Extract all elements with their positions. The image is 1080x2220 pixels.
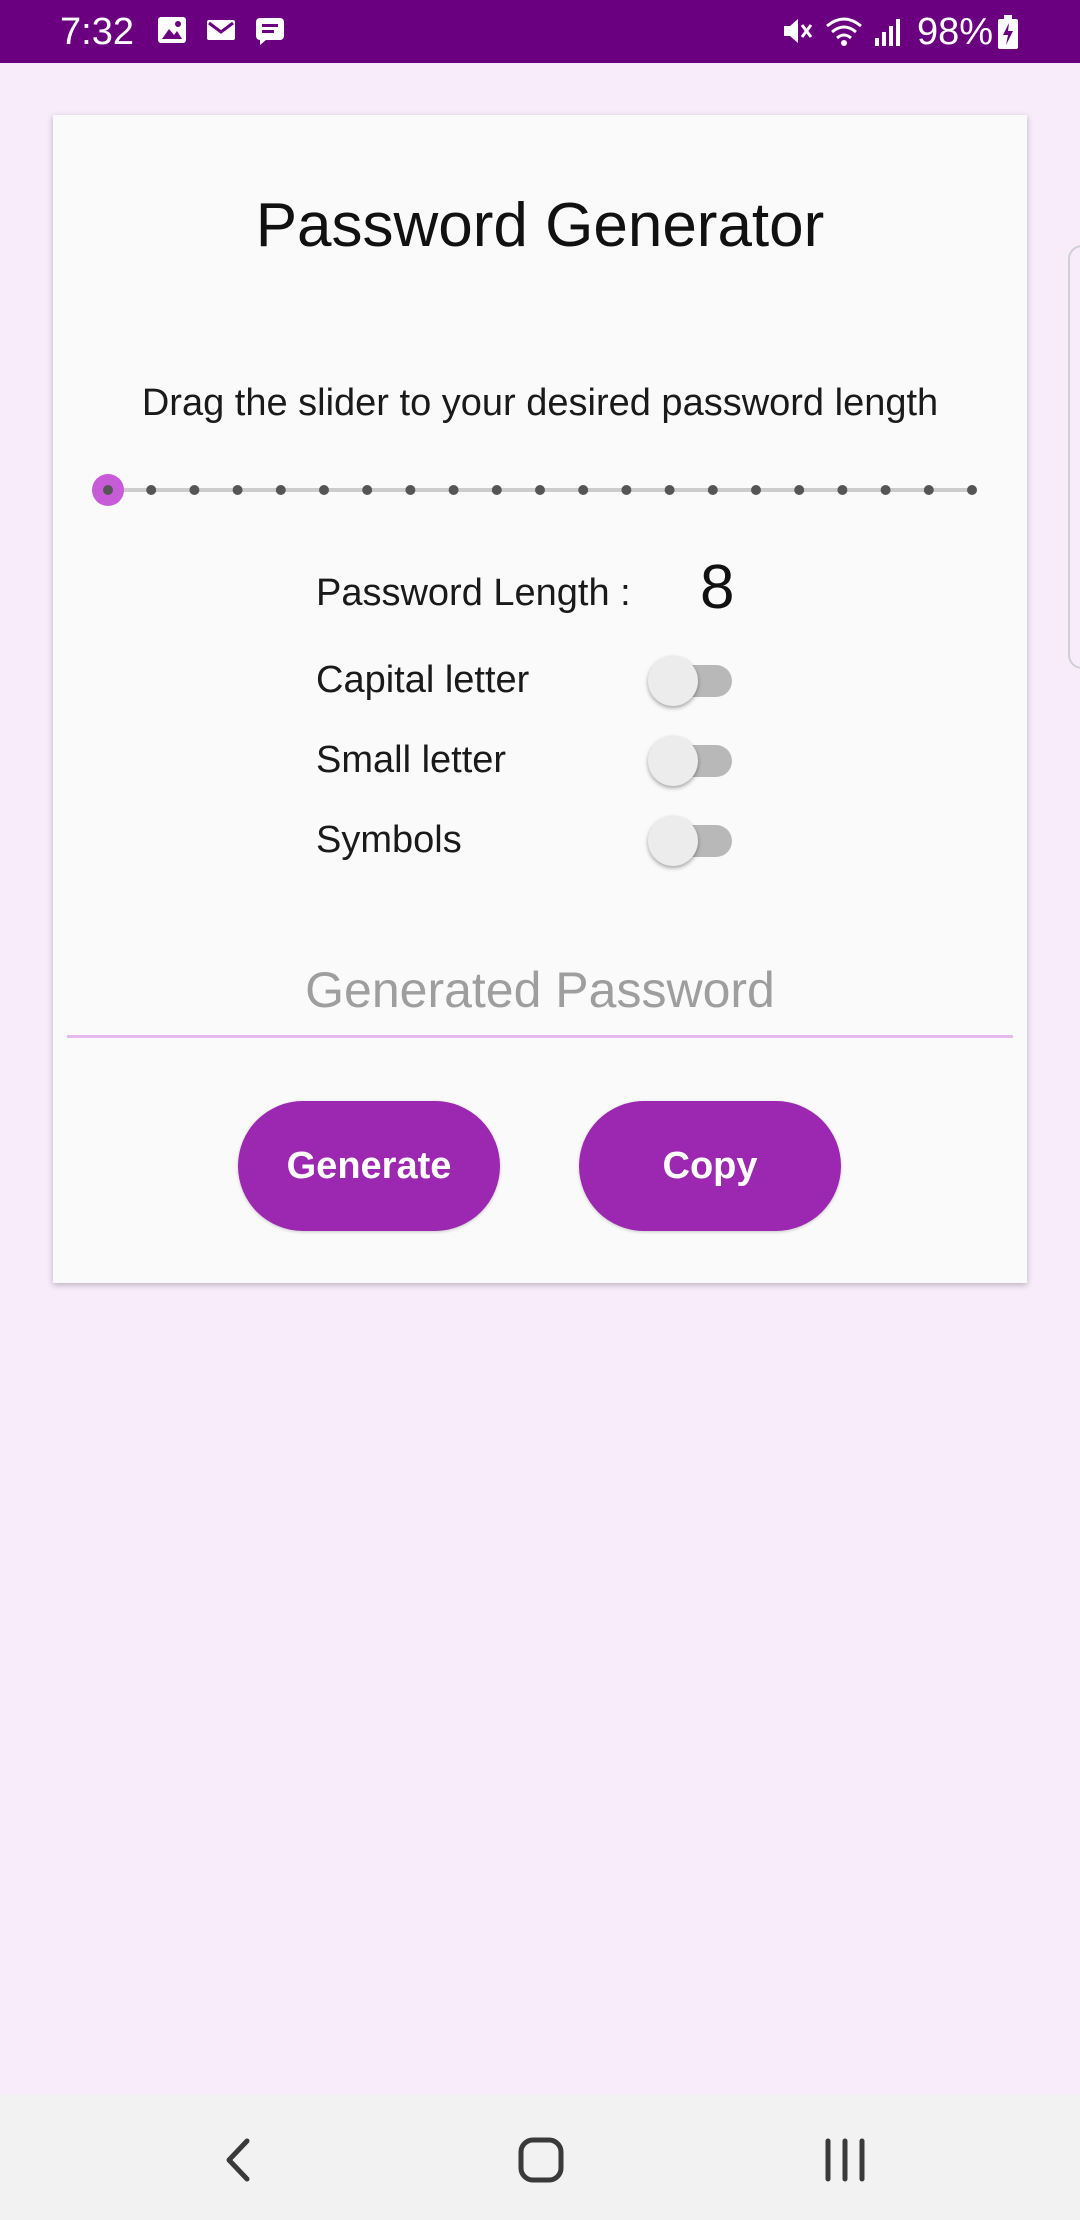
slider-instruction: Drag the slider to your desired password… [141, 382, 939, 424]
gmail-icon [205, 14, 237, 51]
slider-tick [837, 485, 848, 495]
slider-tick [707, 485, 718, 495]
small-letter-label: Small letter [316, 739, 507, 781]
slider-tick [923, 485, 934, 495]
symbols-label: Symbols [316, 819, 462, 861]
small-letter-switch[interactable] [648, 735, 734, 786]
slider-tick [751, 485, 761, 495]
slider-tick [103, 485, 113, 495]
password-length-slider[interactable] [90, 470, 990, 510]
capital-letter-switch[interactable] [648, 655, 734, 706]
edge-panel-handle[interactable] [1068, 245, 1080, 669]
battery-percentage: 98% [917, 11, 994, 53]
slider-tick [448, 485, 459, 495]
mute-icon [780, 14, 814, 53]
copy-button[interactable]: Copy [579, 1101, 841, 1231]
slider-tick [189, 485, 200, 495]
gallery-icon [156, 14, 188, 51]
password-length-label: Password Length : [316, 572, 631, 614]
password-length-value: 8 [700, 553, 735, 622]
slider-tick [880, 485, 891, 495]
slider-tick [362, 485, 373, 495]
message-icon [254, 14, 286, 51]
slider-tick [275, 485, 286, 495]
slider-tick [535, 485, 545, 495]
navigation-bar [0, 2095, 1080, 2220]
slider-tick [967, 485, 977, 495]
generator-card [53, 115, 1027, 1283]
slider-tick [405, 485, 416, 495]
status-time: 7:32 [60, 11, 134, 53]
home-icon[interactable] [506, 2125, 576, 2195]
wifi-icon [824, 14, 864, 53]
slider-tick [232, 485, 243, 495]
slider-tick [578, 485, 589, 495]
back-icon[interactable] [205, 2125, 275, 2195]
switch-thumb [648, 736, 698, 786]
page-title: Password Generator [255, 191, 825, 260]
recents-icon[interactable] [810, 2125, 880, 2195]
slider-tick [146, 485, 157, 495]
slider-tick [794, 485, 805, 495]
slider-tick [319, 485, 329, 495]
generate-button[interactable]: Generate [238, 1101, 500, 1231]
signal-icon [873, 14, 905, 53]
generated-password-field[interactable] [67, 945, 1013, 1038]
slider-tick [621, 485, 632, 495]
slider-tick [491, 485, 502, 495]
symbols-switch[interactable] [648, 815, 734, 866]
slider-tick [664, 485, 675, 495]
switch-thumb [648, 816, 698, 866]
capital-letter-label: Capital letter [316, 659, 530, 701]
battery-icon [996, 14, 1020, 55]
switch-thumb [648, 656, 698, 706]
status-bar: 7:32 98% [0, 0, 1080, 63]
